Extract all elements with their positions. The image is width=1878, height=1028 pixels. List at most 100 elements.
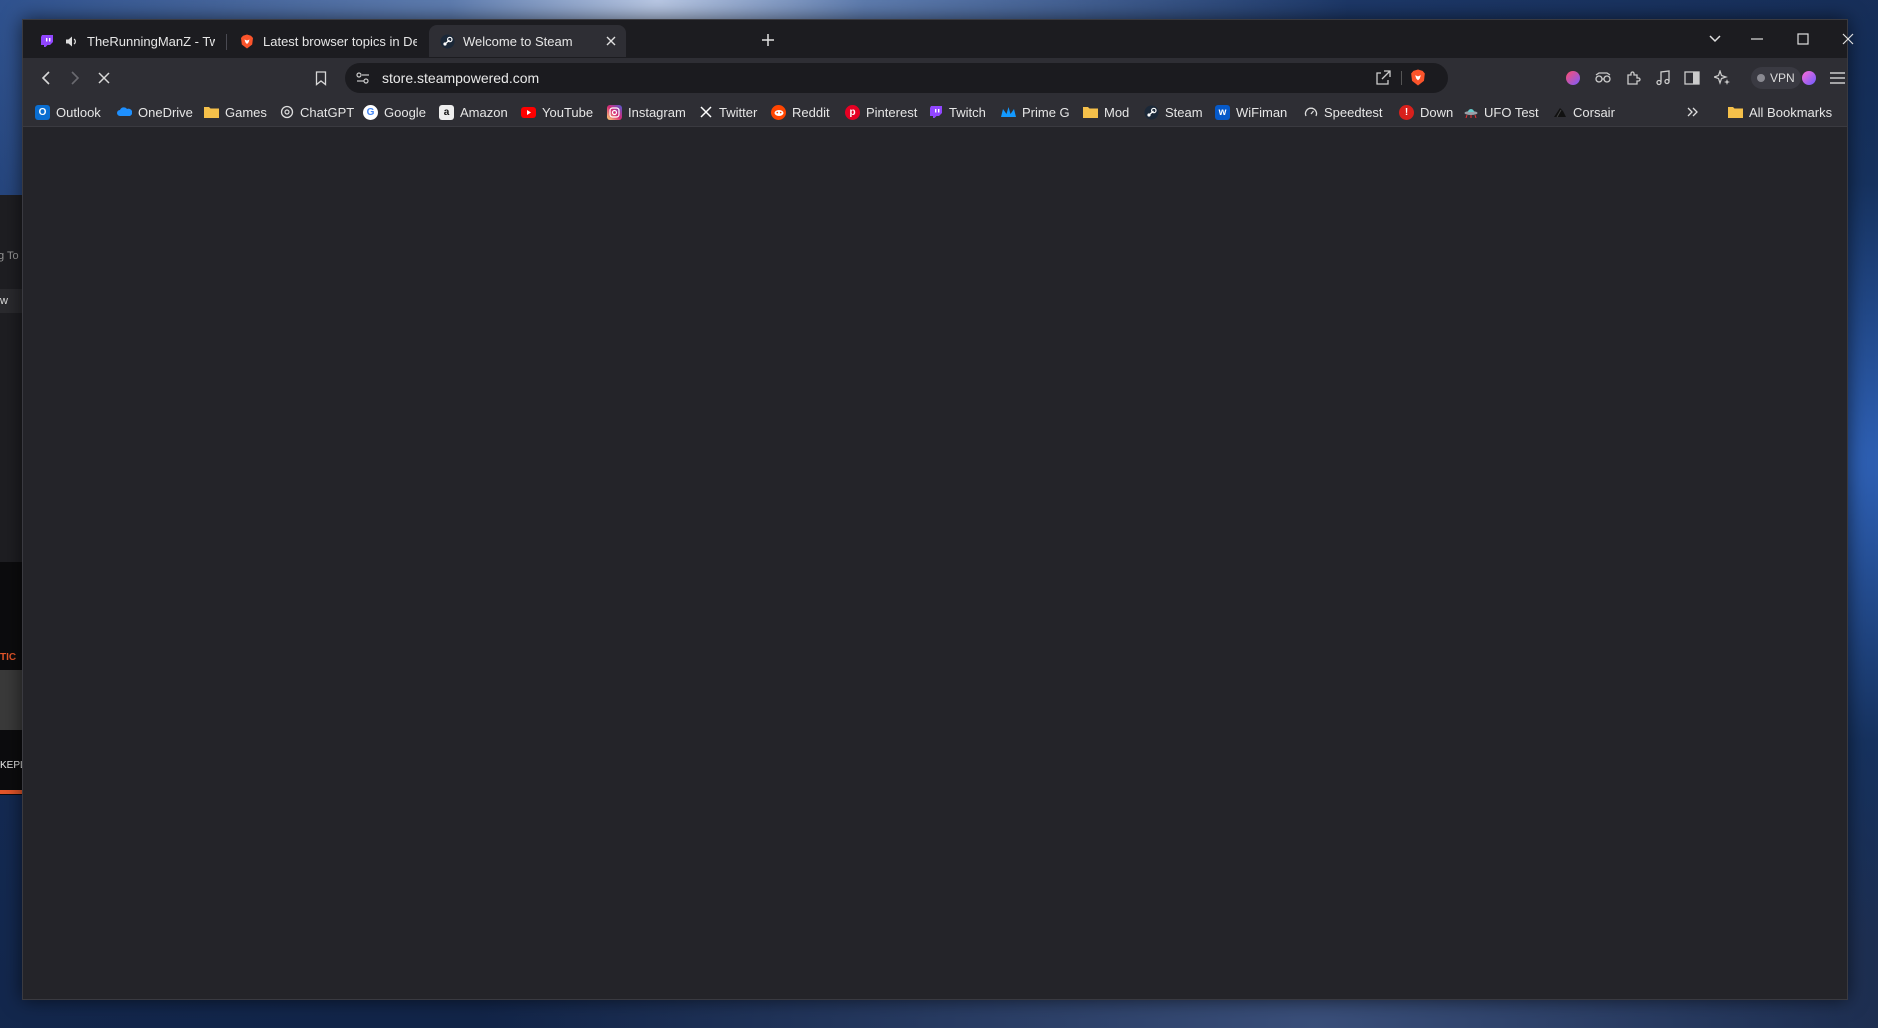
bookmark-page-button[interactable] — [308, 65, 334, 91]
bookmark-pinterest[interactable]: p Pinterest — [845, 98, 917, 126]
bookmark-label: Games — [225, 104, 267, 120]
close-tab-icon[interactable] — [606, 33, 616, 49]
menu-button[interactable] — [1824, 65, 1850, 91]
youtube-icon — [521, 105, 536, 120]
brave-icon — [239, 33, 255, 49]
url-text: store.steampowered.com — [382, 70, 540, 86]
stop-icon — [98, 72, 110, 84]
wifiman-icon: w — [1215, 104, 1230, 120]
plus-icon — [762, 34, 774, 46]
instagram-icon — [607, 104, 622, 120]
all-bookmarks-button[interactable]: All Bookmarks — [1728, 98, 1832, 126]
tab-title: TheRunningManZ - Twitch — [87, 33, 215, 49]
background-app-thumbnail — [0, 670, 24, 730]
sidebar-icon — [1684, 71, 1700, 85]
bookmark-chatgpt[interactable]: ChatGPT — [279, 98, 354, 126]
leo-ai-button[interactable] — [1709, 65, 1735, 91]
bookmark-amazon[interactable]: a Amazon — [439, 98, 508, 126]
extension-button-colorful[interactable] — [1560, 65, 1586, 91]
new-tab-button[interactable] — [756, 29, 780, 53]
minimize-button[interactable] — [1734, 20, 1780, 58]
close-window-button[interactable] — [1825, 20, 1871, 58]
bookmark-youtube[interactable]: YouTube — [521, 98, 593, 126]
brave-rewards-button[interactable] — [1796, 65, 1822, 91]
back-arrow-icon — [41, 71, 50, 85]
bookmark-label: Outlook — [56, 104, 101, 120]
navigation-toolbar: store.steampowered.com VPN — [23, 58, 1847, 98]
background-app-text: KEPL — [0, 760, 24, 771]
background-app-text: TIC — [0, 652, 17, 663]
bookmark-instagram[interactable]: Instagram — [607, 98, 686, 126]
steam-icon — [1144, 105, 1159, 120]
tab-twitch[interactable]: TheRunningManZ - Twitch — [29, 25, 225, 57]
background-app-text: g To — [0, 250, 19, 262]
rewards-icon — [1802, 71, 1816, 85]
bookmark-folder-mod[interactable]: Mod — [1083, 98, 1129, 126]
page-content-area[interactable] — [23, 127, 1847, 999]
bookmark-label: Twitter — [719, 104, 758, 120]
brave-shields-icon[interactable] — [1410, 68, 1426, 90]
bookmark-label: Steam — [1165, 104, 1203, 120]
bookmarks-bar: O Outlook OneDrive Games ChatGPT G Googl… — [23, 98, 1847, 127]
tab-strip: TheRunningManZ - Twitch Latest browser t… — [23, 20, 1854, 58]
steam-icon — [439, 33, 455, 49]
bookmark-wifiman[interactable]: w WiFiman — [1215, 98, 1287, 126]
background-app-window: g To w TIC KEPL — [0, 195, 24, 795]
background-app-accent-bar — [0, 790, 24, 794]
sidebar-toggle-button[interactable] — [1679, 65, 1705, 91]
onedrive-icon — [117, 105, 132, 120]
tab-steam[interactable]: Welcome to Steam — [429, 25, 626, 57]
address-bar[interactable]: store.steampowered.com — [345, 63, 1448, 93]
bookmark-twitter[interactable]: Twitter — [698, 98, 757, 126]
glasses-icon — [1595, 72, 1611, 83]
site-settings-icon[interactable] — [355, 70, 371, 89]
vpn-button[interactable]: VPN — [1751, 67, 1801, 89]
bookmark-label: ChatGPT — [300, 104, 355, 120]
tab-separator — [226, 34, 227, 50]
bookmark-reddit[interactable]: Reddit — [771, 98, 830, 126]
bookmark-icon — [315, 70, 327, 86]
bookmark-prime-gaming[interactable]: Prime G — [1001, 98, 1070, 126]
bookmark-google[interactable]: G Google — [363, 98, 426, 126]
bookmark-twitch[interactable]: Twitch — [928, 98, 986, 126]
more-bookmarks-button[interactable] — [1687, 98, 1699, 126]
bookmark-steam[interactable]: Steam — [1144, 98, 1203, 126]
bookmark-outlook[interactable]: O Outlook — [35, 98, 101, 126]
minimize-icon — [1751, 38, 1763, 40]
bookmark-label: YouTube — [542, 104, 594, 120]
bookmark-folder-games[interactable]: Games — [204, 98, 267, 126]
bookmark-label: Instagram — [628, 104, 686, 120]
extensions-button[interactable] — [1620, 65, 1646, 91]
tab-brave-community[interactable]: Latest browser topics in Desktop Su — [229, 25, 427, 57]
prime-icon — [1001, 105, 1016, 120]
music-note-icon — [1656, 70, 1670, 86]
vpn-label: VPN — [1770, 71, 1795, 85]
folder-icon — [1728, 105, 1743, 120]
stop-loading-button[interactable] — [91, 65, 117, 91]
media-button[interactable] — [1650, 65, 1676, 91]
back-button[interactable] — [33, 65, 59, 91]
reddit-icon — [771, 104, 786, 120]
bookmark-speedtest[interactable]: Speedtest — [1303, 98, 1383, 126]
twitch-icon — [928, 105, 943, 120]
bookmark-down[interactable]: ! Down — [1399, 98, 1453, 126]
maximize-button[interactable] — [1780, 20, 1826, 58]
bookmark-onedrive[interactable]: OneDrive — [117, 98, 193, 126]
share-icon[interactable] — [1374, 69, 1392, 90]
ufo-icon — [1463, 105, 1478, 120]
tab-search-button[interactable] — [1692, 20, 1738, 58]
forward-button[interactable] — [62, 65, 88, 91]
puzzle-icon — [1627, 71, 1641, 85]
bookmark-label: Pinterest — [866, 104, 918, 120]
bookmark-label: Down — [1420, 104, 1454, 120]
extension-button-glasses[interactable] — [1590, 65, 1616, 91]
bookmark-corsair[interactable]: Corsair — [1552, 98, 1615, 126]
browser-window: TheRunningManZ - Twitch Latest browser t… — [22, 19, 1854, 1000]
maximize-icon — [1797, 33, 1809, 45]
bookmark-label: Reddit — [792, 104, 830, 120]
speaker-icon[interactable] — [63, 33, 79, 49]
chatgpt-icon — [279, 105, 294, 120]
bookmark-ufo-test[interactable]: UFO Test — [1463, 98, 1539, 126]
bookmark-label: Google — [384, 104, 426, 120]
chevron-down-icon — [1709, 35, 1721, 43]
